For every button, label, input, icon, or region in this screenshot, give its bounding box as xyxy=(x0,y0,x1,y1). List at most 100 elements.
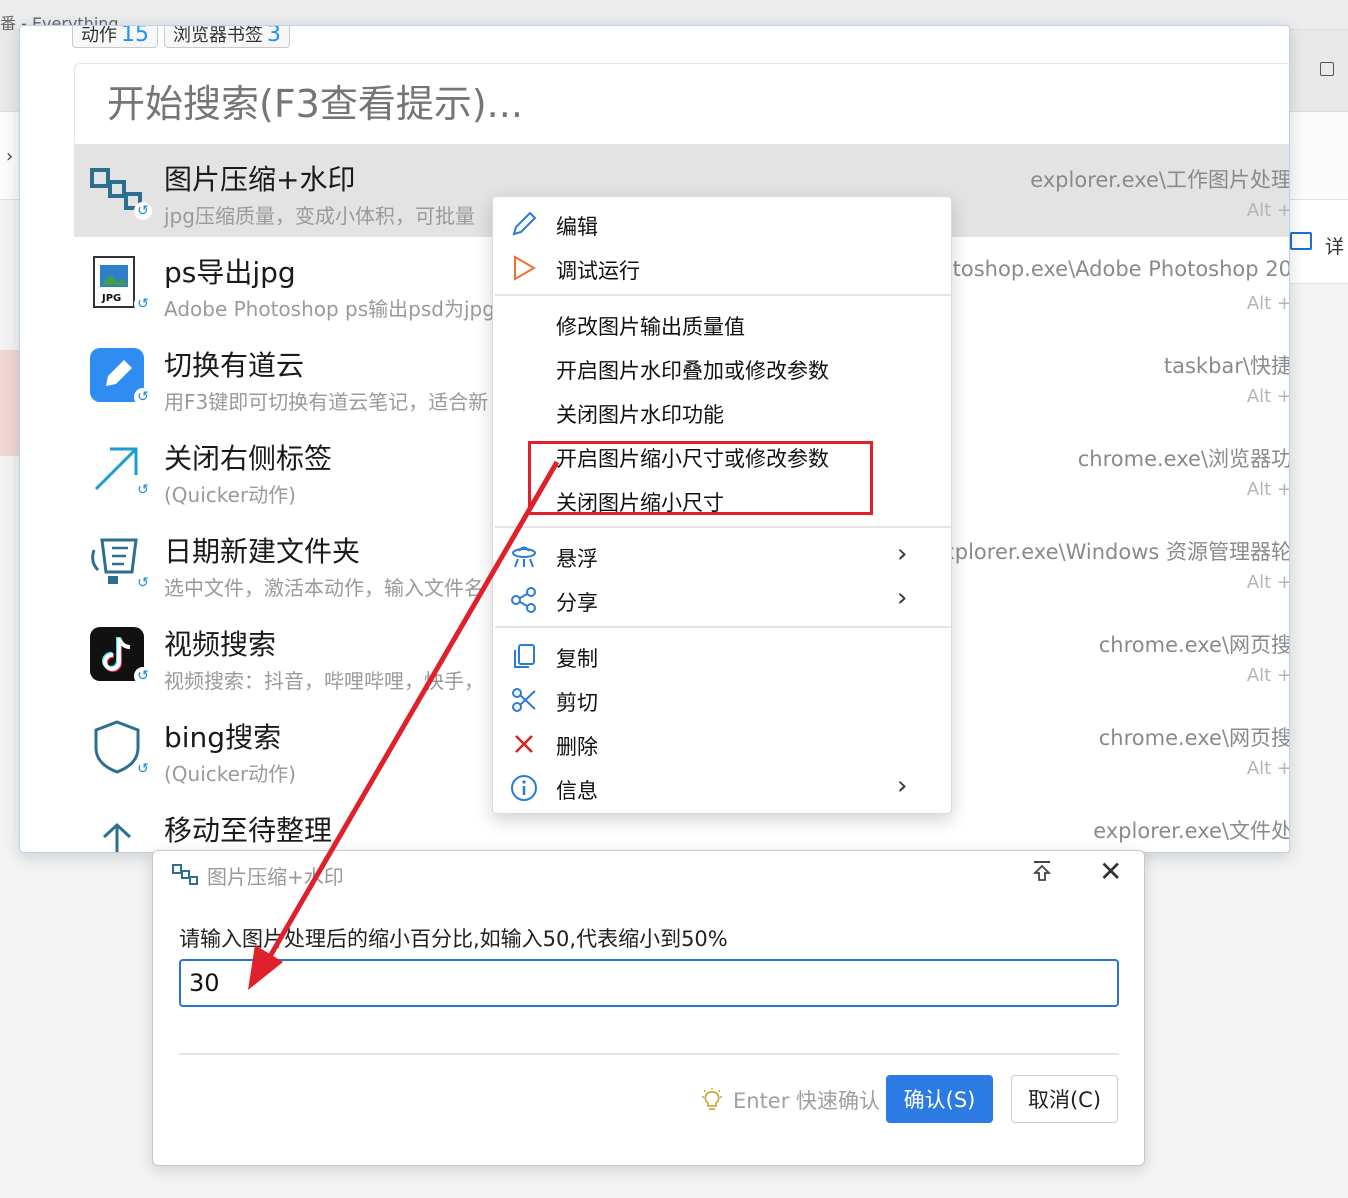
info-icon xyxy=(509,774,539,802)
menu-item-label: 编辑 xyxy=(556,215,598,239)
result-context: chrome.exe\网页搜 xyxy=(1098,633,1290,657)
result-title: 关闭右侧标签 xyxy=(164,442,333,475)
menu-item-debug-run[interactable]: 调试运行 xyxy=(493,245,951,289)
menu-item-label: 关闭图片水印功能 xyxy=(556,403,724,427)
cancel-button[interactable]: 取消(C) xyxy=(1011,1075,1118,1123)
delete-icon xyxy=(509,730,539,758)
menu-item-cut[interactable]: 剪切 xyxy=(493,677,951,721)
result-title: ps导出jpg xyxy=(164,256,296,289)
enter-hint: Enter 快速确认 xyxy=(699,1085,880,1115)
upload-arrow-icon xyxy=(102,822,132,852)
result-context: explorer.exe\工作图片处理 xyxy=(1030,168,1290,192)
scissors-icon xyxy=(509,686,539,714)
result-subtitle: 视频搜索：抖音，哔哩哔哩，快手， xyxy=(164,669,484,693)
menu-item-label: 信息 xyxy=(556,779,598,803)
recent-icon: ↺ xyxy=(134,388,152,406)
menu-item-label: 删除 xyxy=(556,735,598,759)
result-subtitle: (Quicker动作) xyxy=(164,762,296,786)
recent-icon: ↺ xyxy=(134,295,152,313)
tab-bookmarks-count: 3 xyxy=(267,25,281,47)
result-shortcut: Alt + xyxy=(1246,479,1290,500)
play-icon xyxy=(509,254,539,282)
result-context: chrome.exe\浏览器功 xyxy=(1077,447,1290,471)
details-label[interactable]: 详 xyxy=(1325,232,1344,259)
result-context: chrome.exe\网页搜 xyxy=(1098,726,1290,750)
menu-item-delete[interactable]: 删除 xyxy=(493,721,951,765)
result-shortcut: Alt + xyxy=(1246,200,1290,221)
dialog-prompt: 请输入图片处理后的缩小百分比,如输入50,代表缩小到50% xyxy=(179,927,728,951)
enter-hint-text: Enter 快速确认 xyxy=(733,1089,881,1113)
menu-item-copy[interactable]: 复制 xyxy=(493,633,951,677)
chevron-right-icon[interactable]: › xyxy=(6,146,13,167)
image-process-icon xyxy=(172,864,198,885)
details-pane-icon[interactable] xyxy=(1290,232,1312,250)
result-shortcut: Alt + xyxy=(1246,572,1290,593)
share-icon xyxy=(509,586,539,614)
maximize-icon[interactable] xyxy=(1320,62,1334,76)
menu-item-watermark-off[interactable]: 关闭图片水印功能 xyxy=(493,389,951,433)
recent-icon: ↺ xyxy=(134,481,152,499)
menu-item-label: 悬浮 xyxy=(556,547,598,571)
tab-actions-count: 15 xyxy=(121,25,149,47)
menu-item-float[interactable]: 悬浮 › xyxy=(493,533,951,577)
recent-icon: ↺ xyxy=(134,667,152,685)
tab-actions-label: 动作 xyxy=(81,25,117,46)
result-title: 日期新建文件夹 xyxy=(164,535,361,568)
menu-item-quality[interactable]: 修改图片输出质量值 xyxy=(493,301,951,345)
menu-item-label: 开启图片水印叠加或修改参数 xyxy=(556,359,829,383)
result-title: 视频搜索 xyxy=(164,628,277,661)
search-panel xyxy=(74,63,1289,143)
result-context: photoshop.exe\Adobe Photoshop 20 xyxy=(913,257,1290,281)
result-subtitle: jpg压缩质量，变成小体积，可批量 xyxy=(164,204,475,228)
result-shortcut: Alt + xyxy=(1246,758,1290,779)
menu-separator xyxy=(495,526,951,528)
annotation-highlight-box xyxy=(528,441,873,515)
menu-item-label: 分享 xyxy=(556,591,598,615)
result-shortcut: Alt + xyxy=(1246,386,1290,407)
chevron-right-icon: › xyxy=(897,539,908,569)
menu-item-label: 复制 xyxy=(556,647,598,671)
close-icon[interactable]: ✕ xyxy=(1099,855,1122,888)
result-shortcut: Alt + xyxy=(1246,293,1290,314)
copy-icon xyxy=(509,642,539,670)
dialog-title: 图片压缩+水印 xyxy=(207,865,344,889)
recent-icon: ↺ xyxy=(134,574,152,592)
tab-bookmarks[interactable]: 浏览器书签 3 xyxy=(164,25,290,48)
result-context: taskbar\快捷 xyxy=(1163,354,1290,378)
chevron-right-icon: › xyxy=(897,771,908,801)
percent-input[interactable] xyxy=(179,959,1119,1007)
scope-tabs: 动作 15 浏览器书签 3 xyxy=(72,25,290,48)
menu-item-label: 修改图片输出质量值 xyxy=(556,315,745,339)
svg-text:JPG: JPG xyxy=(101,293,121,304)
input-dialog: 图片压缩+水印 ✕ 请输入图片处理后的缩小百分比,如输入50,代表缩小到50% … xyxy=(152,850,1145,1166)
result-title: 切换有道云 xyxy=(164,349,305,382)
menu-item-label: 调试运行 xyxy=(556,259,640,283)
menu-item-share[interactable]: 分享 › xyxy=(493,577,951,621)
confirm-button[interactable]: 确认(S) xyxy=(886,1075,993,1123)
result-context: explorer.exe\Windows 资源管理器轮 xyxy=(929,540,1290,564)
result-title: 移动至待整理 xyxy=(164,814,333,847)
menu-item-info[interactable]: 信息 › xyxy=(493,765,951,809)
result-title: bing搜索 xyxy=(164,721,282,754)
chevron-right-icon: › xyxy=(897,583,908,613)
result-context: explorer.exe\文件处 xyxy=(1093,819,1290,843)
pencil-icon xyxy=(509,210,539,238)
menu-item-label: 剪切 xyxy=(556,691,598,715)
search-input[interactable] xyxy=(107,82,1007,126)
dialog-divider xyxy=(179,1053,1119,1055)
result-subtitle: Adobe Photoshop ps输出psd为jpg xyxy=(164,297,495,321)
lightbulb-icon xyxy=(702,1088,722,1110)
menu-item-watermark-on[interactable]: 开启图片水印叠加或修改参数 xyxy=(493,345,951,389)
ufo-icon xyxy=(509,542,539,570)
menu-separator xyxy=(495,294,951,296)
tab-bookmarks-label: 浏览器书签 xyxy=(173,25,263,46)
result-subtitle: 选中文件，激活本动作，输入文件名 xyxy=(164,576,484,600)
result-title: 图片压缩+水印 xyxy=(164,163,356,196)
menu-item-edit[interactable]: 编辑 xyxy=(493,201,951,245)
recent-icon: ↺ xyxy=(134,760,152,778)
recent-icon: ↺ xyxy=(134,202,152,220)
tab-actions[interactable]: 动作 15 xyxy=(72,25,158,48)
result-shortcut: Alt + xyxy=(1246,665,1290,686)
result-subtitle: 用F3键即可切换有道云笔记，适合新 xyxy=(164,390,489,414)
pin-top-icon[interactable] xyxy=(1031,859,1053,883)
